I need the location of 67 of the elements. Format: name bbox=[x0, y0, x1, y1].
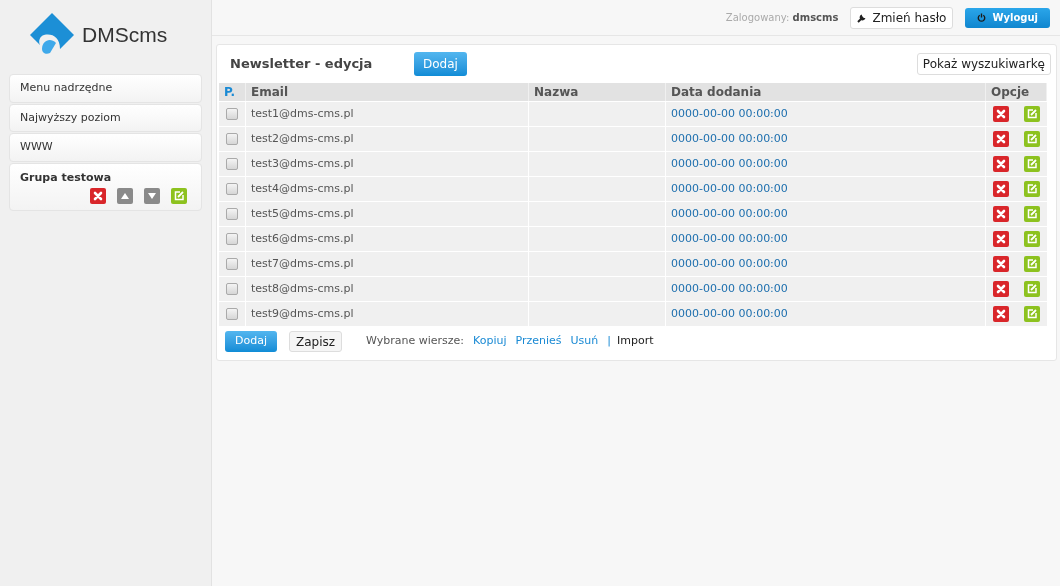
separator: | bbox=[607, 333, 611, 350]
power-icon bbox=[977, 13, 987, 22]
row-checkbox[interactable] bbox=[226, 183, 238, 195]
email-cell-text: test7@dms-cms.pl bbox=[251, 255, 354, 272]
show-search-button[interactable]: Pokaż wyszukiwarkę bbox=[916, 53, 1051, 75]
edit-icon[interactable] bbox=[1024, 256, 1040, 272]
edit-icon[interactable] bbox=[1024, 106, 1040, 122]
edit-icon[interactable] bbox=[1024, 281, 1040, 297]
email-cell-text: test2@dms-cms.pl bbox=[251, 130, 354, 147]
edit-icon[interactable] bbox=[1024, 206, 1040, 222]
row-checkbox[interactable] bbox=[226, 208, 238, 220]
action-link[interactable]: Przenieś bbox=[515, 333, 562, 350]
email-cell-text: test9@dms-cms.pl bbox=[251, 305, 354, 322]
change-password-button[interactable]: Zmień hasło bbox=[850, 6, 954, 29]
row-checkbox[interactable] bbox=[226, 158, 238, 170]
delete-icon[interactable] bbox=[993, 181, 1009, 197]
delete-icon[interactable] bbox=[993, 156, 1009, 172]
row-checkbox[interactable] bbox=[226, 283, 238, 295]
row-checkbox[interactable] bbox=[226, 308, 238, 320]
edit-icon[interactable] bbox=[1024, 156, 1040, 172]
date-cell-text: 0000-00-00 00:00:00 bbox=[671, 230, 788, 247]
email-cell-text: test4@dms-cms.pl bbox=[251, 180, 354, 197]
edit-icon[interactable] bbox=[1024, 181, 1040, 197]
logged-in-label: Zalogowany: dmscms bbox=[725, 11, 839, 25]
edit-icon[interactable] bbox=[1024, 306, 1040, 322]
date-cell-text: 0000-00-00 00:00:00 bbox=[671, 305, 788, 322]
date-cell-text: 0000-00-00 00:00:00 bbox=[671, 130, 788, 147]
delete-icon[interactable] bbox=[993, 231, 1009, 247]
sidebar-item[interactable]: Menu nadrzędne bbox=[9, 74, 202, 103]
date-cell-text: 0000-00-00 00:00:00 bbox=[671, 205, 788, 222]
selected-rows-label: Wybrane wiersze: bbox=[366, 333, 465, 350]
row-checkbox[interactable] bbox=[226, 233, 238, 245]
date-cell-text: 0000-00-00 00:00:00 bbox=[671, 155, 788, 172]
email-cell-text: test8@dms-cms.pl bbox=[251, 280, 354, 297]
delete-icon[interactable] bbox=[993, 106, 1009, 122]
sidebar-item[interactable]: Grupa testowa bbox=[9, 162, 202, 211]
email-cell-text: test1@dms-cms.pl bbox=[251, 105, 354, 122]
edit-icon[interactable] bbox=[1024, 131, 1040, 147]
date-cell-text: 0000-00-00 00:00:00 bbox=[671, 180, 788, 197]
save-button[interactable]: Zapisz bbox=[289, 331, 343, 352]
edit-icon[interactable] bbox=[1024, 231, 1040, 247]
delete-icon[interactable] bbox=[993, 281, 1009, 297]
move-down-icon[interactable] bbox=[144, 188, 160, 204]
date-cell-text: 0000-00-00 00:00:00 bbox=[671, 105, 788, 122]
row-checkbox[interactable] bbox=[226, 258, 238, 270]
logo-text: DMScms bbox=[82, 22, 168, 49]
date-cell-text: 0000-00-00 00:00:00 bbox=[671, 255, 788, 272]
email-cell-text: test3@dms-cms.pl bbox=[251, 155, 354, 172]
panel-title: Newsletter - edycja bbox=[230, 55, 374, 74]
sidebar-item[interactable]: Najwyższy poziom bbox=[9, 103, 202, 132]
move-up-icon[interactable] bbox=[117, 188, 133, 204]
date-cell-text: 0000-00-00 00:00:00 bbox=[671, 280, 788, 297]
wrench-icon bbox=[857, 12, 868, 23]
delete-icon[interactable] bbox=[90, 188, 106, 204]
delete-icon[interactable] bbox=[993, 131, 1009, 147]
delete-icon[interactable] bbox=[993, 256, 1009, 272]
email-cell-text: test5@dms-cms.pl bbox=[251, 205, 354, 222]
email-cell-text: test6@dms-cms.pl bbox=[251, 230, 354, 247]
sidebar-item[interactable]: WWW bbox=[9, 133, 202, 162]
delete-icon[interactable] bbox=[993, 306, 1009, 322]
edit-icon[interactable] bbox=[171, 188, 187, 204]
delete-icon[interactable] bbox=[993, 206, 1009, 222]
row-checkbox[interactable] bbox=[226, 133, 238, 145]
action-link[interactable]: Usuń bbox=[570, 333, 599, 350]
row-checkbox[interactable] bbox=[226, 108, 238, 120]
import-link[interactable]: Import bbox=[617, 333, 654, 350]
action-link[interactable]: Kopiuj bbox=[473, 333, 507, 350]
